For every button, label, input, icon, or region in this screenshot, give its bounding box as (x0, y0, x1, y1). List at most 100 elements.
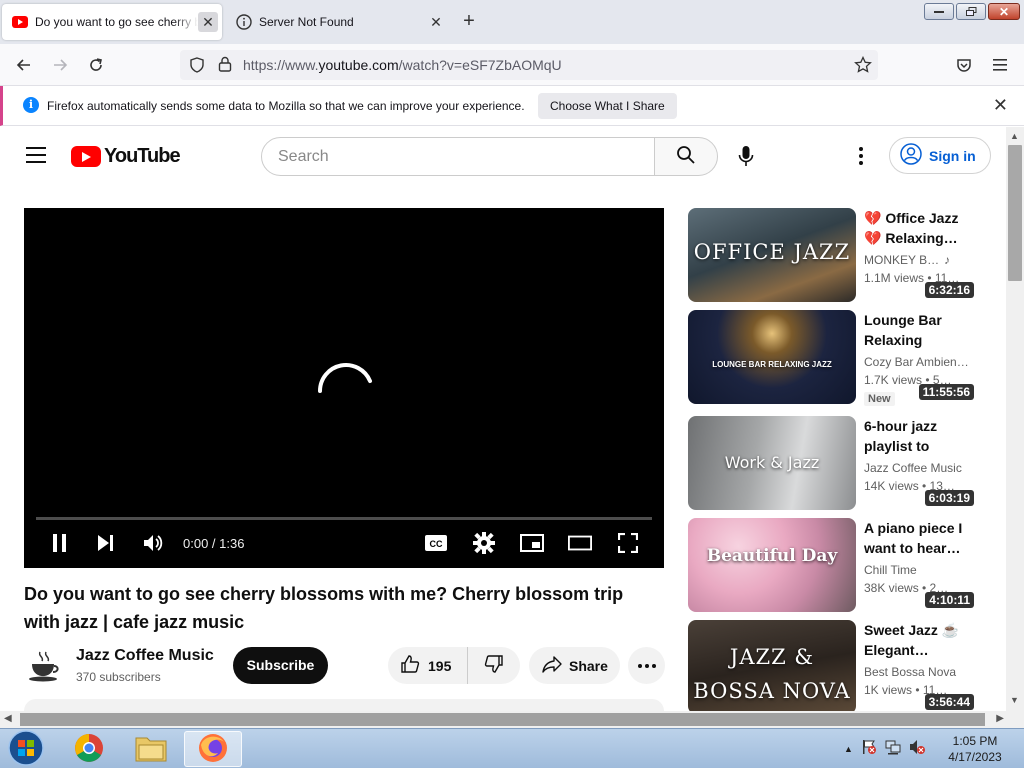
windows-logo-icon (8, 729, 44, 768)
restore-icon[interactable] (956, 3, 986, 20)
recommendation-item[interactable]: OFFICE JAZZ 6:32:16 💔 Office Jazz 💔 Rela… (688, 208, 978, 302)
settings-kebab-icon[interactable] (851, 145, 871, 167)
recommendation-title[interactable]: Sweet Jazz ☕ Elegant… (864, 620, 968, 660)
window-controls: ✕ (924, 3, 1020, 20)
miniplayer-icon[interactable] (520, 531, 544, 555)
recommendation-channel[interactable]: Chill Time (864, 563, 968, 577)
volume-icon[interactable] (141, 531, 165, 555)
vertical-scrollbar[interactable]: ▲ ▼ (1006, 127, 1024, 711)
scroll-down-icon[interactable]: ▼ (1010, 695, 1019, 705)
video-thumbnail[interactable]: LOUNGE BAR RELAXING JAZZ (688, 310, 856, 404)
recommendation-channel[interactable]: Jazz Coffee Music (864, 461, 968, 475)
action-center-flag-icon[interactable] (861, 739, 877, 758)
pause-icon[interactable] (48, 531, 72, 555)
subscribe-button[interactable]: Subscribe (233, 647, 328, 684)
search-button[interactable] (654, 137, 718, 176)
tab-close-icon[interactable]: ✕ (198, 12, 218, 32)
next-video-icon[interactable] (94, 531, 118, 555)
new-badge: New (864, 392, 895, 406)
reload-icon[interactable] (84, 53, 108, 77)
youtube-logo[interactable]: YouTube (71, 145, 181, 168)
video-thumbnail[interactable]: Beautiful Day (688, 518, 856, 612)
scroll-left-icon[interactable]: ◀ (4, 713, 12, 724)
description-box[interactable] (24, 699, 664, 711)
like-button[interactable]: 195 (388, 647, 468, 684)
show-hidden-icons-arrow-icon[interactable]: ▲ (844, 744, 853, 754)
recommendation-channel[interactable]: Cozy Bar Ambien… (864, 355, 968, 369)
system-tray: ▲ (844, 739, 925, 758)
search-input[interactable]: Search (261, 137, 655, 176)
svg-text:CC: CC (430, 539, 443, 549)
system-clock[interactable]: 1:05 PM 4/17/2023 (940, 733, 1010, 765)
start-button[interactable] (4, 729, 48, 768)
sign-in-label: Sign in (929, 147, 976, 164)
recommendation-title[interactable]: 6-hour jazz playlist to put… (864, 416, 968, 456)
taskbar-firefox[interactable] (184, 731, 242, 767)
clock-date: 4/17/2023 (948, 750, 1002, 764)
pocket-icon[interactable] (952, 53, 976, 77)
address-bar[interactable]: https://www.youtube.com/watch?v=eSF7ZbAO… (180, 50, 878, 80)
data-collection-notification: i Firefox automatically sends some data … (0, 86, 1024, 126)
notification-close-icon[interactable]: ✕ (993, 95, 1008, 116)
subscriber-count: 370 subscribers (76, 670, 161, 684)
loading-spinner-icon (318, 363, 372, 393)
lock-icon[interactable] (218, 56, 232, 75)
recommendation-title[interactable]: Lounge Bar Relaxing Jazz… (864, 310, 968, 350)
logo-wordmark: YouTube (104, 145, 181, 167)
scroll-up-icon[interactable]: ▲ (1010, 131, 1019, 141)
account-circle-icon (900, 143, 922, 168)
subtitles-cc-icon[interactable]: CC (424, 531, 448, 555)
horizontal-scrollbar[interactable]: ◀ ▶ (0, 711, 1024, 728)
channel-avatar[interactable] (24, 647, 64, 687)
recommendation-channel[interactable]: Best Bossa Nova (864, 665, 968, 679)
tab-server-not-found[interactable]: Server Not Found ✕ (226, 4, 450, 40)
recommendation-item[interactable]: Beautiful Day 4:10:11 A piano piece I wa… (688, 518, 978, 612)
fullscreen-icon[interactable] (616, 531, 640, 555)
guide-menu-icon[interactable] (26, 147, 46, 163)
dislike-button[interactable] (468, 654, 520, 677)
recommendation-item[interactable]: JAZZ & BOSSA NOVA 3:56:44 Sweet Jazz ☕ E… (688, 620, 978, 711)
recommendation-title[interactable]: 💔 Office Jazz 💔 Relaxing… (864, 208, 968, 248)
thumbnail-text: Beautiful Day (706, 546, 838, 566)
recommendation-item[interactable]: Work & Jazz 6:03:19 6-hour jazz playlist… (688, 416, 978, 510)
volume-muted-icon[interactable] (909, 739, 925, 758)
settings-gear-icon[interactable] (472, 531, 496, 555)
recommendation-title[interactable]: A piano piece I want to hear… (864, 518, 968, 558)
taskbar-chrome[interactable] (60, 731, 118, 767)
scrollbar-thumb[interactable] (1008, 145, 1022, 281)
back-arrow-icon[interactable] (12, 53, 36, 77)
video-player[interactable]: 0:00 / 1:36 CC (24, 208, 664, 568)
share-label: Share (569, 657, 608, 674)
recommendation-item[interactable]: LOUNGE BAR RELAXING JAZZ 11:55:56 Lounge… (688, 310, 978, 406)
thumbnail-text: LOUNGE BAR RELAXING JAZZ (712, 360, 832, 369)
choose-what-i-share-button[interactable]: Choose What I Share (538, 93, 677, 119)
hamburger-menu-icon[interactable] (988, 53, 1012, 77)
more-actions-icon[interactable] (628, 647, 665, 684)
minimize-icon[interactable] (924, 3, 954, 20)
video-thumbnail[interactable]: Work & Jazz (688, 416, 856, 510)
taskbar-file-explorer[interactable] (122, 731, 180, 767)
sign-in-button[interactable]: Sign in (889, 137, 991, 174)
like-count: 195 (428, 657, 452, 674)
new-tab-plus-icon[interactable]: + (459, 11, 479, 32)
forward-arrow-icon[interactable] (48, 53, 72, 77)
theater-mode-icon[interactable] (568, 531, 592, 555)
tab-close-icon[interactable]: ✕ (426, 12, 446, 32)
video-thumbnail[interactable]: JAZZ & BOSSA NOVA (688, 620, 856, 711)
search-icon (676, 145, 696, 168)
window-close-icon[interactable]: ✕ (988, 3, 1020, 20)
tracking-shield-icon[interactable] (189, 57, 205, 76)
bookmark-star-icon[interactable] (854, 55, 872, 77)
progress-bar[interactable] (36, 517, 652, 520)
scroll-right-icon[interactable]: ▶ (996, 713, 1004, 724)
microphone-icon[interactable] (734, 144, 758, 168)
scrollbar-thumb[interactable] (20, 713, 985, 726)
channel-name[interactable]: Jazz Coffee Music (76, 647, 214, 665)
recommendation-channel[interactable]: MONKEY B… (864, 253, 968, 267)
youtube-page: YouTube Search Sign in 0:00 / 1:36 CC Do… (0, 127, 1006, 711)
network-icon[interactable] (885, 739, 901, 758)
recommendation-meta: 1.7K views • 5… (864, 373, 952, 387)
share-button[interactable]: Share (529, 647, 620, 684)
video-thumbnail[interactable]: OFFICE JAZZ (688, 208, 856, 302)
tab-youtube[interactable]: Do you want to go see cherry blossoms wi… (2, 4, 222, 40)
